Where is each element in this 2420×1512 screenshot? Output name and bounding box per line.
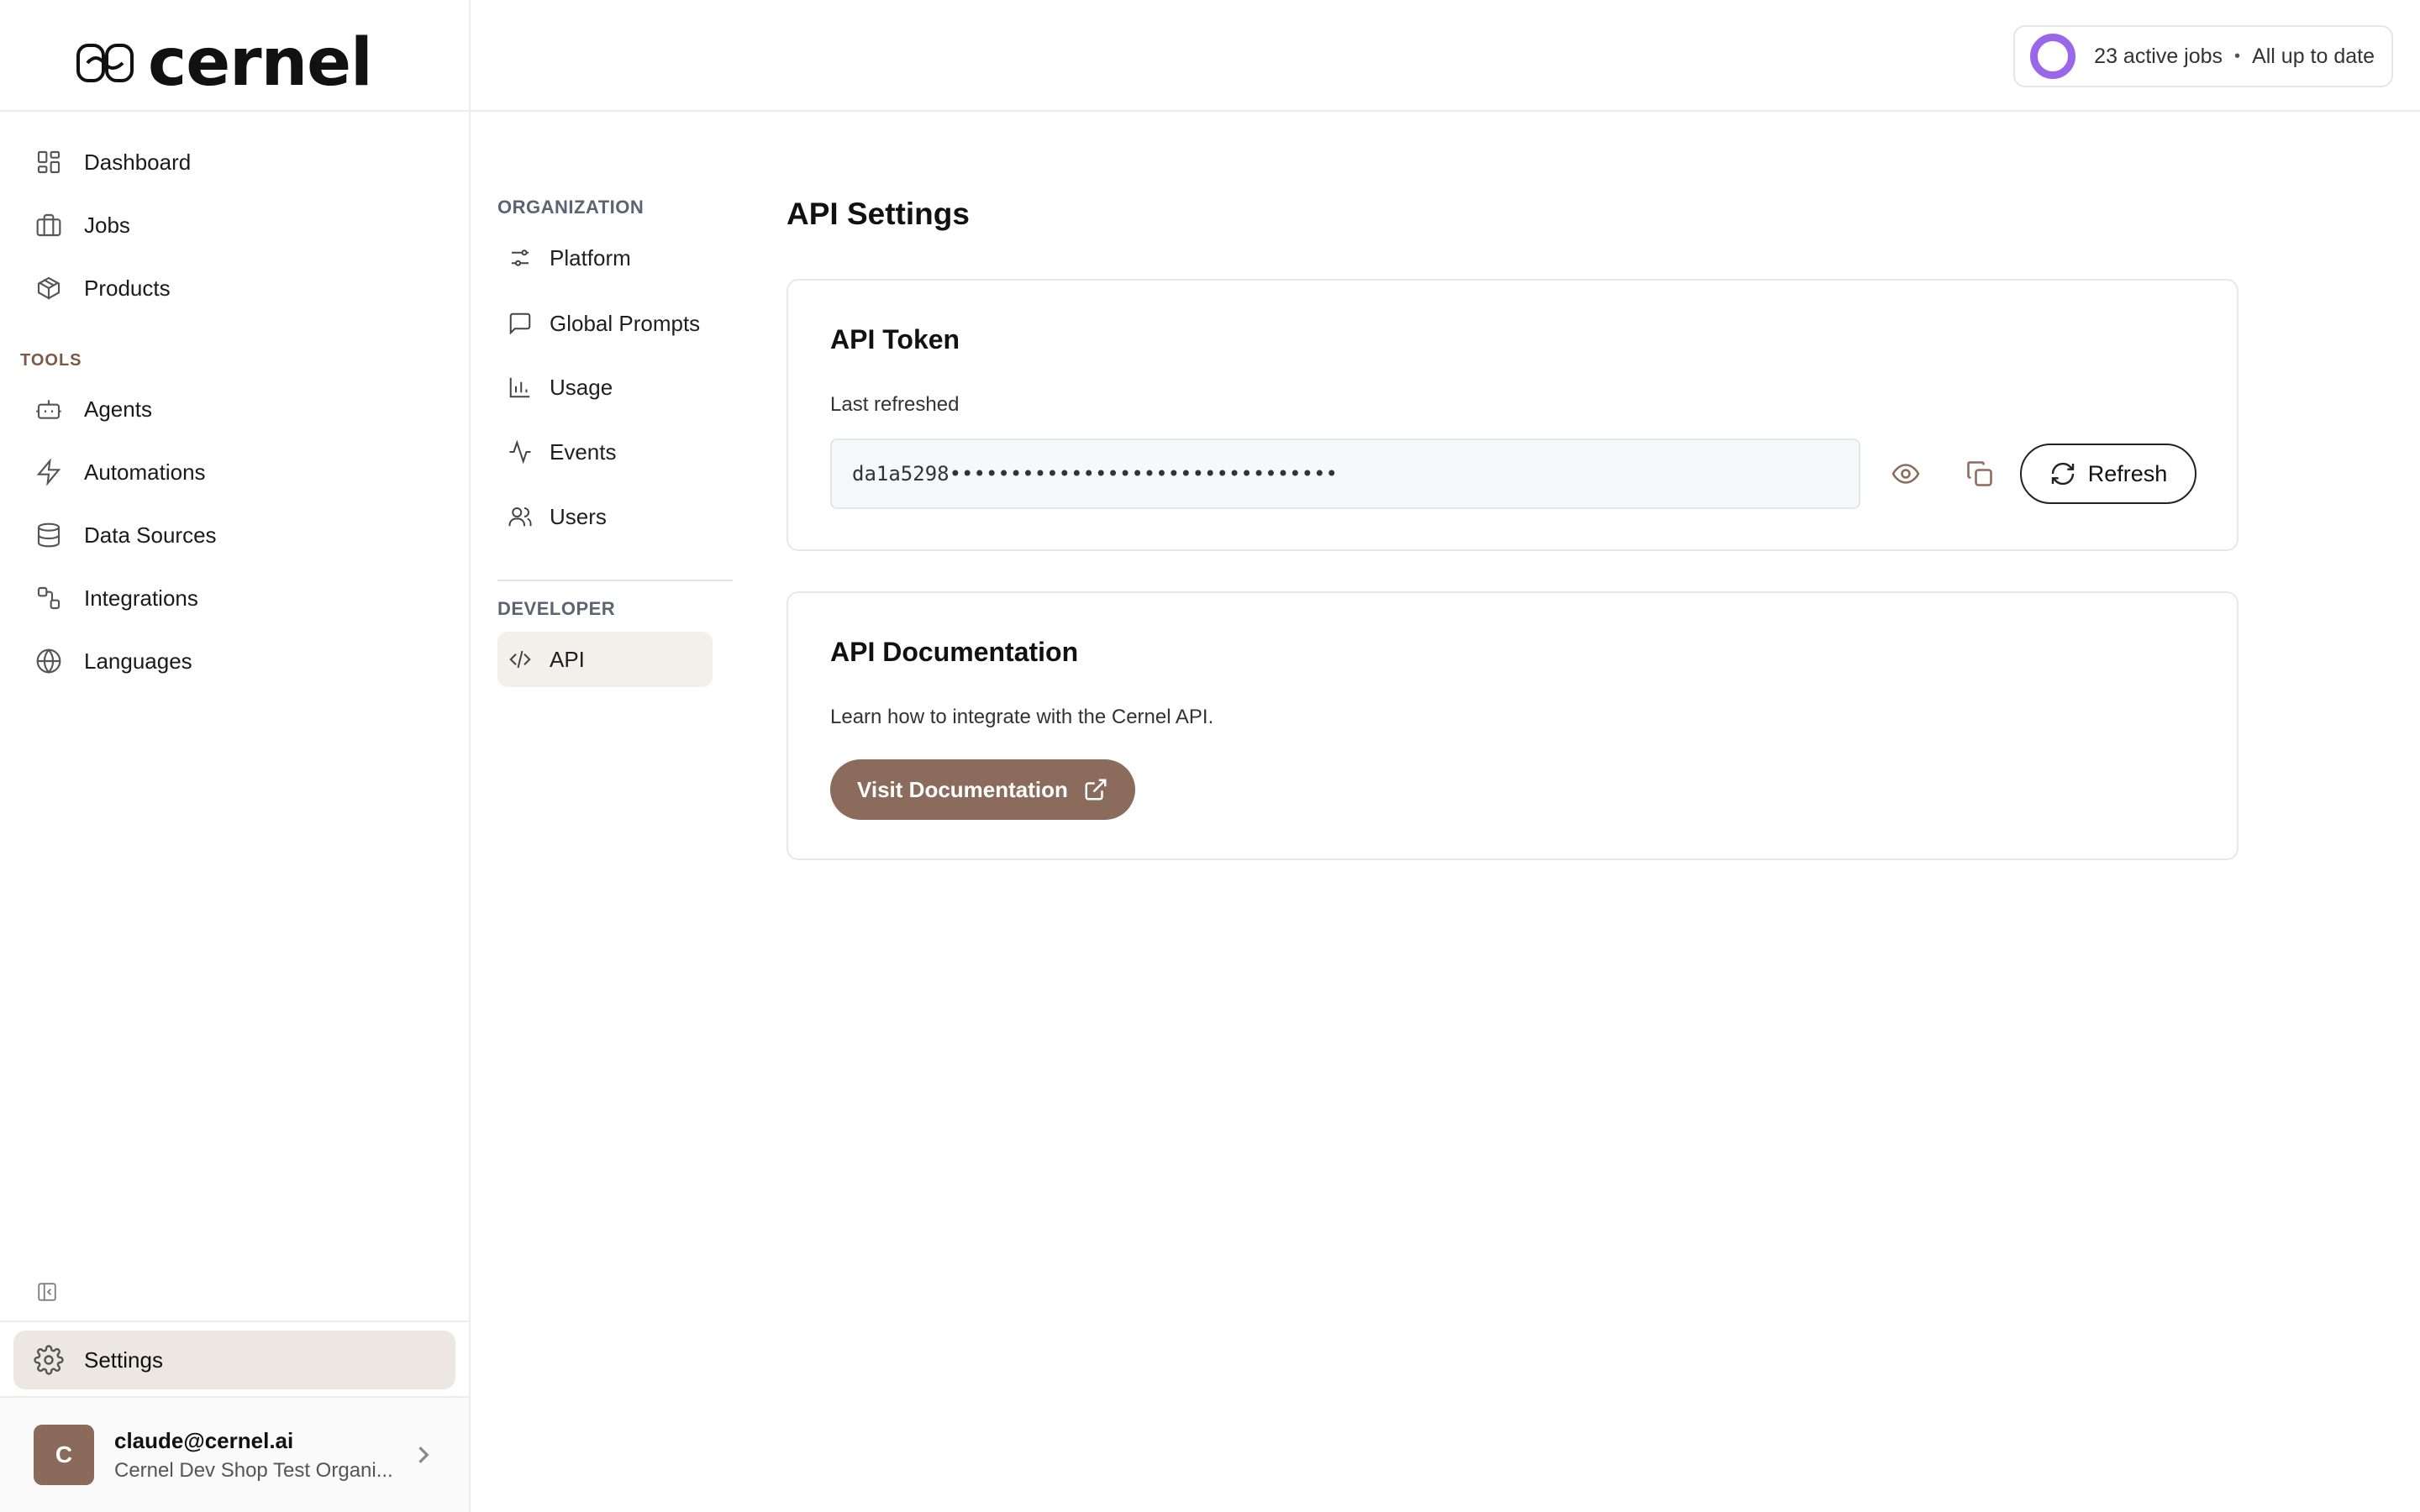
message-square-icon	[506, 309, 534, 338]
activity-icon	[506, 438, 534, 466]
package-icon	[34, 273, 64, 303]
job-status-pill[interactable]: 23 active jobs • All up to date	[2013, 25, 2393, 87]
avatar: C	[34, 1425, 94, 1485]
api-documentation-title: API Documentation	[830, 637, 1079, 667]
settings-nav-label: Events	[550, 438, 617, 465]
settings-nav-divider	[497, 580, 733, 581]
eye-icon	[1891, 464, 1920, 484]
sidebar-item-label: Integrations	[84, 585, 198, 611]
visit-documentation-label: Visit Documentation	[857, 776, 1068, 802]
user-menu[interactable]: C claude@cernel.ai Cernel Dev Shop Test …	[0, 1398, 469, 1512]
settings-nav-usage[interactable]: Usage	[497, 360, 713, 415]
settings-nav-global-prompts[interactable]: Global Prompts	[497, 296, 713, 351]
settings-nav-platform[interactable]: Platform	[497, 230, 713, 286]
users-icon	[506, 502, 534, 531]
sidebar-divider	[0, 1320, 469, 1322]
tools-section-label: TOOLS	[20, 351, 82, 370]
sidebar-item-label: Automations	[84, 459, 206, 485]
code-icon	[506, 645, 534, 674]
sliders-icon	[506, 244, 534, 272]
sidebar-item-integrations[interactable]: Integrations	[13, 570, 455, 626]
bar-chart-icon	[506, 373, 534, 402]
briefcase-icon	[34, 210, 64, 240]
api-token-card: API Token Last refreshed da1a5298•••••••…	[786, 279, 2238, 551]
progress-ring-icon	[2030, 34, 2076, 79]
panel-collapse-icon	[38, 1283, 56, 1301]
external-link-icon	[1085, 779, 1107, 801]
sidebar-item-label: Data Sources	[84, 522, 217, 548]
settings-nav-users[interactable]: Users	[497, 489, 713, 544]
settings-nav-events[interactable]: Events	[497, 424, 713, 480]
logo-row: cernel	[0, 0, 469, 112]
settings-nav-label: API	[550, 646, 585, 672]
sidebar: cernel Dashboard Jobs Products TOOLS Age…	[0, 0, 471, 1512]
developer-section-label: DEVELOPER	[497, 598, 616, 619]
organization-section-label: ORGANIZATION	[497, 197, 644, 218]
user-organization: Cernel Dev Shop Test Organi...	[114, 1458, 393, 1482]
sidebar-item-label: Dashboard	[84, 149, 192, 175]
dashboard-icon	[34, 147, 64, 177]
settings-nav-label: Platform	[550, 244, 631, 270]
settings-nav-api[interactable]: API	[497, 632, 713, 687]
sidebar-item-label: Jobs	[84, 212, 130, 238]
chevron-right-icon	[418, 1446, 429, 1463]
sidebar-item-settings[interactable]: Settings	[13, 1331, 455, 1389]
last-refreshed-label: Last refreshed	[830, 393, 960, 416]
brand-name: cernel	[148, 25, 373, 101]
settings-label: Settings	[84, 1347, 163, 1373]
sync-status: All up to date	[2252, 44, 2375, 68]
logo[interactable]: cernel	[76, 25, 373, 101]
sidebar-item-jobs[interactable]: Jobs	[13, 197, 455, 253]
status-separator: •	[2234, 46, 2241, 66]
refresh-button-label: Refresh	[2087, 460, 2168, 486]
refresh-icon	[2051, 462, 2074, 486]
sidebar-item-data-sources[interactable]: Data Sources	[13, 507, 455, 563]
sidebar-item-languages[interactable]: Languages	[13, 633, 455, 689]
api-documentation-card: API Documentation Learn how to integrate…	[786, 591, 2238, 860]
settings-nav-label: Users	[550, 503, 607, 529]
sidebar-item-label: Products	[84, 275, 171, 301]
settings-nav-label: Usage	[550, 374, 613, 400]
database-icon	[34, 520, 64, 550]
globe-icon	[34, 646, 64, 676]
lightning-icon	[34, 457, 64, 487]
api-token-title: API Token	[830, 324, 960, 354]
gear-icon	[34, 1345, 64, 1375]
api-token-field[interactable]: da1a5298••••••••••••••••••••••••••••••••	[830, 438, 1860, 509]
visit-documentation-button[interactable]: Visit Documentation	[830, 759, 1135, 820]
refresh-token-button[interactable]: Refresh	[2020, 444, 2196, 504]
sidebar-item-agents[interactable]: Agents	[13, 381, 455, 437]
bot-icon	[34, 394, 64, 424]
sidebar-item-automations[interactable]: Automations	[13, 444, 455, 500]
reveal-token-button[interactable]	[1882, 450, 1929, 497]
copy-icon	[1967, 461, 1992, 486]
integrations-icon	[34, 583, 64, 613]
collapse-sidebar-button[interactable]	[34, 1278, 60, 1305]
user-email: claude@cernel.ai	[114, 1427, 294, 1453]
active-jobs-count: 23 active jobs	[2094, 44, 2223, 68]
sidebar-item-products[interactable]: Products	[13, 260, 455, 316]
cernel-logo-icon	[76, 44, 134, 82]
sidebar-item-label: Agents	[84, 396, 152, 422]
api-documentation-description: Learn how to integrate with the Cernel A…	[830, 706, 1214, 728]
copy-token-button[interactable]	[1956, 450, 2003, 497]
settings-nav-label: Global Prompts	[550, 310, 701, 336]
sidebar-item-label: Languages	[84, 648, 192, 674]
page-title: API Settings	[786, 197, 970, 231]
top-bar: 23 active jobs • All up to date	[471, 0, 2420, 112]
sidebar-item-dashboard[interactable]: Dashboard	[13, 134, 455, 190]
